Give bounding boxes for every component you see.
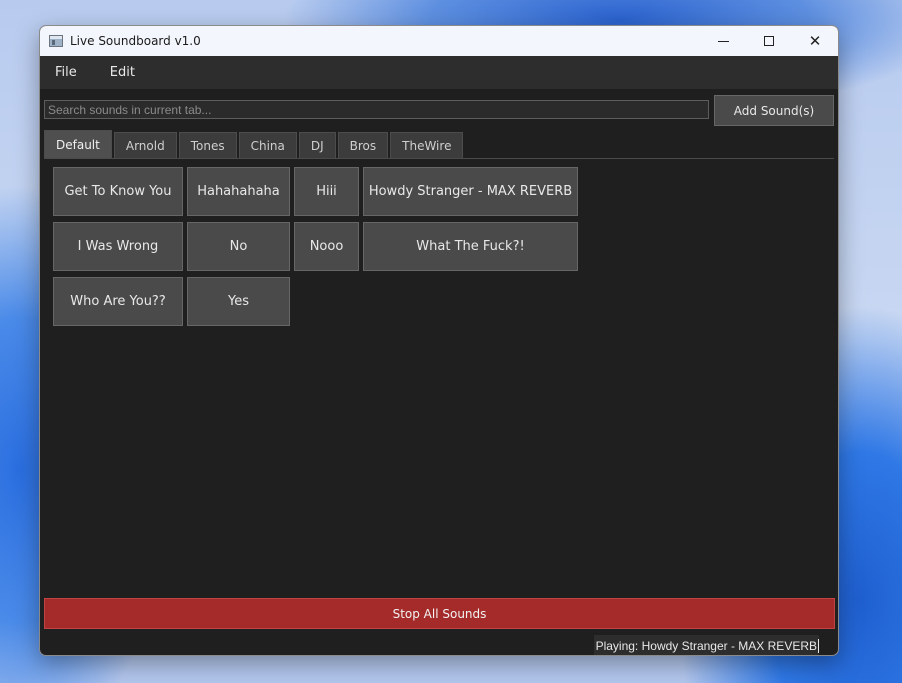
- sound-button-yes[interactable]: Yes: [187, 277, 290, 326]
- stop-all-sounds-button[interactable]: Stop All Sounds: [44, 598, 835, 629]
- tab-china[interactable]: China: [238, 132, 297, 158]
- sound-button-no[interactable]: No: [187, 222, 290, 271]
- tab-bar: Default Arnold Tones China DJ Bros TheWi…: [44, 130, 834, 159]
- tab-tones[interactable]: Tones: [178, 132, 237, 158]
- maximize-button[interactable]: [746, 26, 792, 56]
- sound-button-nooo[interactable]: Nooo: [294, 222, 359, 271]
- title-bar[interactable]: Live Soundboard v1.0 ✕: [40, 26, 838, 56]
- sound-button-get-to-know-you[interactable]: Get To Know You: [53, 167, 183, 216]
- tab-arnold[interactable]: Arnold: [113, 132, 177, 158]
- maximize-icon: [764, 36, 774, 46]
- app-window: Live Soundboard v1.0 ✕ File Edit Add Sou…: [39, 25, 839, 656]
- tab-thewire[interactable]: TheWire: [390, 132, 464, 158]
- sound-button-who-are-you[interactable]: Who Are You??: [53, 277, 183, 326]
- status-text: Playing: Howdy Stranger - MAX REVERB: [595, 638, 817, 653]
- tab-bros[interactable]: Bros: [337, 132, 389, 158]
- close-icon: ✕: [808, 32, 822, 50]
- add-sounds-button[interactable]: Add Sound(s): [714, 95, 834, 126]
- sound-button-howdy-stranger[interactable]: Howdy Stranger - MAX REVERB: [363, 167, 578, 216]
- text-cursor: [818, 638, 819, 653]
- menu-edit[interactable]: Edit: [95, 65, 150, 80]
- close-button[interactable]: ✕: [792, 26, 838, 56]
- search-input[interactable]: [44, 100, 709, 119]
- tab-dj[interactable]: DJ: [298, 132, 336, 158]
- menu-file[interactable]: File: [40, 65, 95, 80]
- status-bar: Playing: Howdy Stranger - MAX REVERB: [593, 635, 819, 655]
- minimize-button[interactable]: [700, 26, 746, 56]
- window-title: Live Soundboard v1.0: [70, 34, 201, 48]
- toolbar: Add Sound(s): [44, 93, 834, 126]
- sound-button-i-was-wrong[interactable]: I Was Wrong: [53, 222, 183, 271]
- sound-button-hahahahaha[interactable]: Hahahahaha: [187, 167, 290, 216]
- menu-bar: File Edit: [40, 56, 838, 89]
- sound-button-hiii[interactable]: Hiii: [294, 167, 359, 216]
- app-icon: [49, 35, 63, 47]
- tab-default[interactable]: Default: [44, 130, 112, 158]
- sound-button-what-the-fuck[interactable]: What The Fuck?!: [363, 222, 578, 271]
- minimize-icon: [717, 40, 729, 42]
